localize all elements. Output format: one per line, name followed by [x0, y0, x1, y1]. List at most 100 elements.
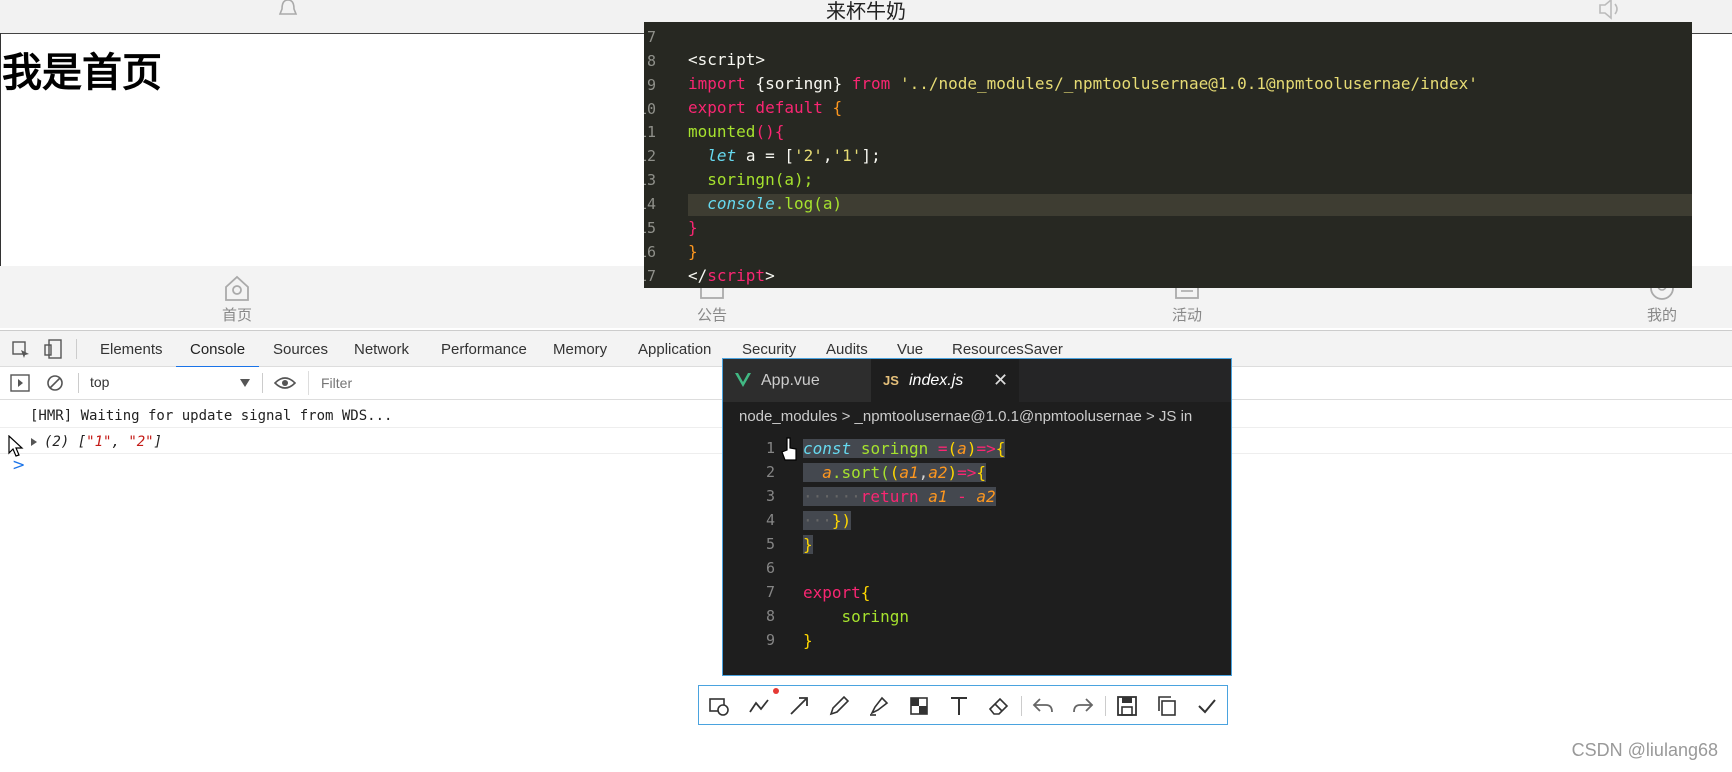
line-number: 11: [644, 123, 656, 141]
code-line[interactable]: soringn(a);: [688, 170, 813, 189]
code-line[interactable]: }: [688, 242, 698, 261]
code-line[interactable]: export default {: [688, 98, 842, 117]
inspect-element-icon[interactable]: [12, 341, 30, 359]
code-line[interactable]: </script>: [688, 266, 775, 285]
code-line[interactable]: export{: [803, 583, 870, 602]
pen-tool-icon[interactable]: [827, 694, 851, 718]
const-keyword: const: [803, 439, 852, 458]
code-line[interactable]: <script>: [688, 50, 765, 69]
watermark: CSDN @liulang68: [1571, 740, 1718, 760]
app-title: 来杯牛奶: [826, 0, 906, 23]
text-tool-icon[interactable]: [947, 694, 971, 718]
code-line[interactable]: soringn: [803, 607, 909, 626]
tab-sources[interactable]: Sources: [273, 331, 328, 366]
toolbar-divider: [1021, 696, 1022, 716]
toolbar-divider: [1105, 696, 1106, 716]
code-line[interactable]: ···}): [803, 511, 852, 530]
line-number: 4: [765, 511, 775, 529]
arrow-tool-icon[interactable]: [787, 694, 811, 718]
device-toolbar-icon[interactable]: [44, 339, 62, 359]
param: a1: [899, 463, 919, 482]
editor-tab-index-js[interactable]: JS index.js ✕: [871, 359, 1019, 402]
code-line[interactable]: mounted(){: [688, 122, 784, 141]
line-number: 8: [646, 52, 656, 70]
array-item-1: '2': [793, 146, 823, 165]
tab-activity-label: 活动: [1171, 306, 1202, 324]
close-icon[interactable]: ✕: [993, 359, 1008, 402]
hand-cursor-icon: [781, 437, 797, 461]
js-source-editor: App.vue JS index.js ✕ node_modules > _np…: [722, 358, 1232, 676]
array-value-1: "1": [86, 434, 112, 450]
param: a1: [928, 487, 948, 506]
filter-input[interactable]: [319, 371, 703, 395]
return-keyword: return: [860, 487, 919, 506]
array-suffix: ]: [153, 434, 163, 450]
copy-icon[interactable]: [1155, 694, 1179, 718]
tab-network[interactable]: Network: [354, 331, 409, 366]
code-line[interactable]: }: [803, 535, 813, 554]
bell-icon[interactable]: [277, 0, 299, 20]
code-line[interactable]: let a = ['2','1'];: [688, 146, 880, 165]
code-line[interactable]: }: [803, 631, 813, 650]
toolbar-divider: [262, 373, 263, 393]
tab-application[interactable]: Application: [638, 331, 711, 366]
export-keyword: export: [803, 583, 861, 602]
line-number: 7: [765, 583, 775, 601]
code-line[interactable]: ······return a1 - a2: [803, 487, 996, 506]
tab-home-label: 首页: [221, 306, 252, 324]
editor-tab-app-vue[interactable]: App.vue: [723, 359, 871, 402]
save-icon[interactable]: [1115, 694, 1139, 718]
highlighter-tool-icon[interactable]: [867, 694, 891, 718]
tab-elements[interactable]: Elements: [100, 331, 163, 366]
sidebar-toggle-icon[interactable]: [10, 374, 30, 392]
speaker-icon[interactable]: [1597, 0, 1623, 20]
context-selector[interactable]: top: [90, 374, 109, 390]
code-line[interactable]: console.log(a): [688, 194, 842, 213]
chevron-down-icon[interactable]: [240, 379, 250, 387]
toolbar-divider: [78, 373, 79, 393]
script-close-tag: script: [707, 266, 766, 285]
vue-icon: [735, 373, 751, 387]
tab-console[interactable]: Console: [176, 331, 260, 368]
filter-input-wrap: [308, 371, 719, 395]
vue-source-editor: 7 8 9 10 11 12 13 14 15 16 17 <script> i…: [644, 22, 1692, 288]
tab-performance[interactable]: Performance: [441, 331, 527, 366]
code-line[interactable]: a.sort((a1,a2)=>{: [803, 463, 987, 482]
line-number: 9: [765, 631, 775, 649]
array-separator: ,: [111, 434, 129, 450]
code-line[interactable]: import {soringn} from '../node_modules/_…: [688, 74, 1478, 93]
breadcrumb[interactable]: node_modules > _npmtoolusernae@1.0.1@npm…: [723, 402, 1231, 432]
from-keyword: from: [851, 74, 891, 93]
expand-arrow-icon[interactable]: [30, 438, 38, 446]
editor-tab-label: App.vue: [761, 372, 820, 389]
editor-tab-label: index.js: [909, 372, 964, 389]
eye-icon[interactable]: [274, 376, 296, 390]
import-path: '../node_modules/_npmtoolusernae@1.0.1@n…: [899, 74, 1478, 93]
clear-console-icon[interactable]: [46, 374, 64, 392]
tab-memory[interactable]: Memory: [553, 331, 607, 366]
redo-icon[interactable]: [1071, 694, 1095, 718]
param: a2: [928, 463, 948, 482]
code-line[interactable]: const soringn =(a)=>{: [803, 439, 1006, 458]
line-number: 12: [644, 147, 656, 165]
tab-home[interactable]: 首页: [192, 266, 282, 328]
sort-call: .sort(: [831, 463, 890, 482]
console-keyword: console: [707, 194, 775, 213]
mosaic-tool-icon[interactable]: [907, 694, 931, 718]
param: a: [957, 439, 967, 458]
console-prompt[interactable]: >: [12, 455, 25, 474]
tab-profile-label: 我的: [1646, 306, 1677, 324]
log-call: .log(a): [774, 194, 843, 213]
undo-icon[interactable]: [1031, 694, 1055, 718]
line-number: 3: [765, 487, 775, 505]
shape-tool-icon[interactable]: [707, 694, 731, 718]
eraser-tool-icon[interactable]: [987, 694, 1011, 718]
array-prefix: (2) [: [44, 434, 87, 450]
editor-tab-strip: App.vue JS index.js ✕: [723, 359, 1231, 402]
line-number: 13: [644, 171, 656, 189]
line-tool-icon[interactable]: [747, 694, 771, 718]
array-item-2: '1': [832, 146, 862, 165]
confirm-check-icon[interactable]: [1195, 694, 1219, 718]
code-line[interactable]: }: [688, 218, 698, 237]
mouse-pointer-icon: [8, 435, 24, 457]
